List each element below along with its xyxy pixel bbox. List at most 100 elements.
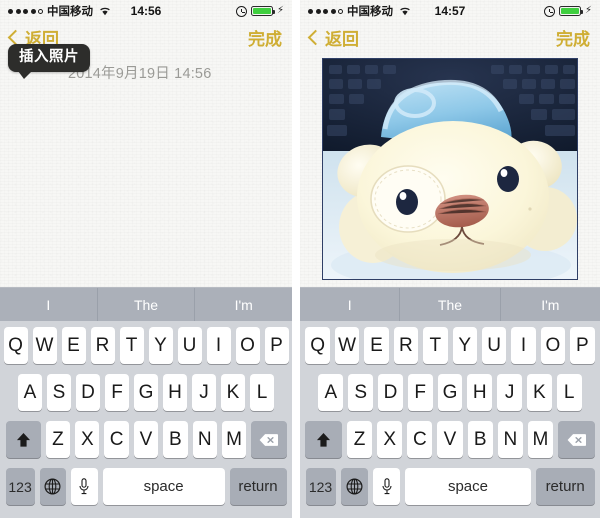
key-d[interactable]: D <box>378 374 403 411</box>
key-o[interactable]: O <box>540 327 566 364</box>
numeric-keyboard-key[interactable]: 123 <box>305 468 336 505</box>
inserted-photo[interactable] <box>322 58 578 280</box>
key-j[interactable]: J <box>192 374 216 411</box>
dictation-key[interactable] <box>372 468 401 505</box>
key-z[interactable]: Z <box>346 421 373 458</box>
key-y[interactable]: Y <box>452 327 477 364</box>
status-bar-left-right-panel: 中国移动 <box>308 3 411 19</box>
key-t[interactable]: T <box>423 327 448 364</box>
note-body-right[interactable] <box>300 52 600 287</box>
key-m[interactable]: M <box>527 421 554 458</box>
key-g[interactable]: G <box>134 374 158 411</box>
chevron-left-icon <box>307 29 324 45</box>
shift-key[interactable] <box>305 421 342 458</box>
predictive-text-bar: I The I'm <box>300 287 600 321</box>
done-button[interactable]: 完成 <box>556 25 590 50</box>
space-key[interactable]: space <box>102 468 225 505</box>
keyboard-left: I The I'm Q W E R T Y U I O P A S D F G … <box>0 287 292 518</box>
backspace-key[interactable] <box>251 421 287 458</box>
keyboard-row-3: Z X C V B N M <box>3 421 289 458</box>
key-t[interactable]: T <box>119 327 144 364</box>
dual-screenshot-stage: 中国移动 14:56 ⚡ 返回 完成 2014年9月19日 14:56 插入照片 <box>0 0 600 518</box>
prediction-candidate-3[interactable]: I'm <box>499 288 600 321</box>
globe-key[interactable] <box>39 468 67 505</box>
microphone-icon <box>381 478 392 495</box>
key-c[interactable]: C <box>104 421 129 458</box>
key-n[interactable]: N <box>497 421 523 458</box>
key-x[interactable]: X <box>75 421 100 458</box>
key-m[interactable]: M <box>221 421 247 458</box>
prediction-candidate-1[interactable]: I <box>0 288 97 321</box>
key-e[interactable]: E <box>364 327 389 364</box>
key-a[interactable]: A <box>318 374 344 411</box>
key-l[interactable]: L <box>556 374 582 411</box>
key-u[interactable]: U <box>177 327 202 364</box>
prediction-candidate-2[interactable]: The <box>399 288 499 321</box>
shift-key[interactable] <box>5 421 41 458</box>
key-o[interactable]: O <box>235 327 260 364</box>
key-z[interactable]: Z <box>45 421 71 458</box>
dictation-key[interactable] <box>71 468 98 505</box>
numeric-keyboard-key[interactable]: 123 <box>5 468 35 505</box>
back-button[interactable]: 返回 <box>307 25 359 50</box>
key-b[interactable]: B <box>163 421 188 458</box>
keyboard-row-1: Q W E R T Y U I O P <box>303 327 597 364</box>
prediction-candidate-3[interactable]: I'm <box>194 288 292 321</box>
key-p[interactable]: P <box>264 327 289 364</box>
charging-bolt-icon: ⚡ <box>276 5 284 16</box>
key-u[interactable]: U <box>481 327 507 364</box>
space-key[interactable]: space <box>405 468 531 505</box>
return-key[interactable]: return <box>229 468 287 505</box>
prediction-candidate-2[interactable]: The <box>96 288 195 321</box>
predictive-text-bar: I The I'm <box>0 287 292 321</box>
key-c[interactable]: C <box>407 421 433 458</box>
key-w[interactable]: W <box>334 327 360 364</box>
keyboard-keys: Q W E R T Y U I O P A S D F G H J K L Z … <box>0 321 292 510</box>
key-d[interactable]: D <box>76 374 100 411</box>
key-x[interactable]: X <box>377 421 403 458</box>
key-v[interactable]: V <box>437 421 463 458</box>
globe-key[interactable] <box>340 468 368 505</box>
key-h[interactable]: H <box>163 374 187 411</box>
key-b[interactable]: B <box>467 421 493 458</box>
key-j[interactable]: J <box>497 374 522 411</box>
key-q[interactable]: Q <box>3 327 28 364</box>
key-g[interactable]: G <box>437 374 463 411</box>
key-l[interactable]: L <box>250 374 274 411</box>
key-h[interactable]: H <box>467 374 493 411</box>
key-a[interactable]: A <box>18 374 42 411</box>
insert-photo-tooltip: 插入照片 <box>8 44 90 79</box>
alarm-clock-icon <box>543 5 555 17</box>
key-k[interactable]: K <box>526 374 552 411</box>
key-y[interactable]: Y <box>148 327 173 364</box>
key-s[interactable]: S <box>47 374 71 411</box>
signal-strength-icon <box>8 8 43 14</box>
alarm-clock-icon <box>235 5 247 17</box>
done-button[interactable]: 完成 <box>248 25 282 50</box>
key-q[interactable]: Q <box>305 327 330 364</box>
key-r[interactable]: R <box>393 327 419 364</box>
backspace-icon <box>567 433 586 446</box>
key-f[interactable]: F <box>105 374 129 411</box>
key-v[interactable]: V <box>133 421 159 458</box>
prediction-candidate-1[interactable]: I <box>300 288 399 321</box>
key-i[interactable]: I <box>206 327 231 364</box>
key-n[interactable]: N <box>192 421 217 458</box>
note-body-left[interactable]: 2014年9月19日 14:56 <box>0 52 292 287</box>
carrier-label: 中国移动 <box>47 6 93 18</box>
status-bar-right-icons: ⚡ <box>543 5 592 17</box>
keyboard-right: I The I'm Q W E R T Y U I O P A S D F G … <box>300 287 600 518</box>
keyboard-row-2: A S D F G H J K L <box>3 374 289 411</box>
key-r[interactable]: R <box>90 327 115 364</box>
key-f[interactable]: F <box>407 374 433 411</box>
backspace-key[interactable] <box>558 421 595 458</box>
return-key[interactable]: return <box>535 468 595 505</box>
key-s[interactable]: S <box>348 374 374 411</box>
key-i[interactable]: I <box>511 327 536 364</box>
key-p[interactable]: P <box>570 327 595 364</box>
key-k[interactable]: K <box>221 374 245 411</box>
key-w[interactable]: W <box>32 327 57 364</box>
key-e[interactable]: E <box>61 327 86 364</box>
signal-strength-icon <box>308 8 343 14</box>
wifi-icon <box>99 6 111 16</box>
